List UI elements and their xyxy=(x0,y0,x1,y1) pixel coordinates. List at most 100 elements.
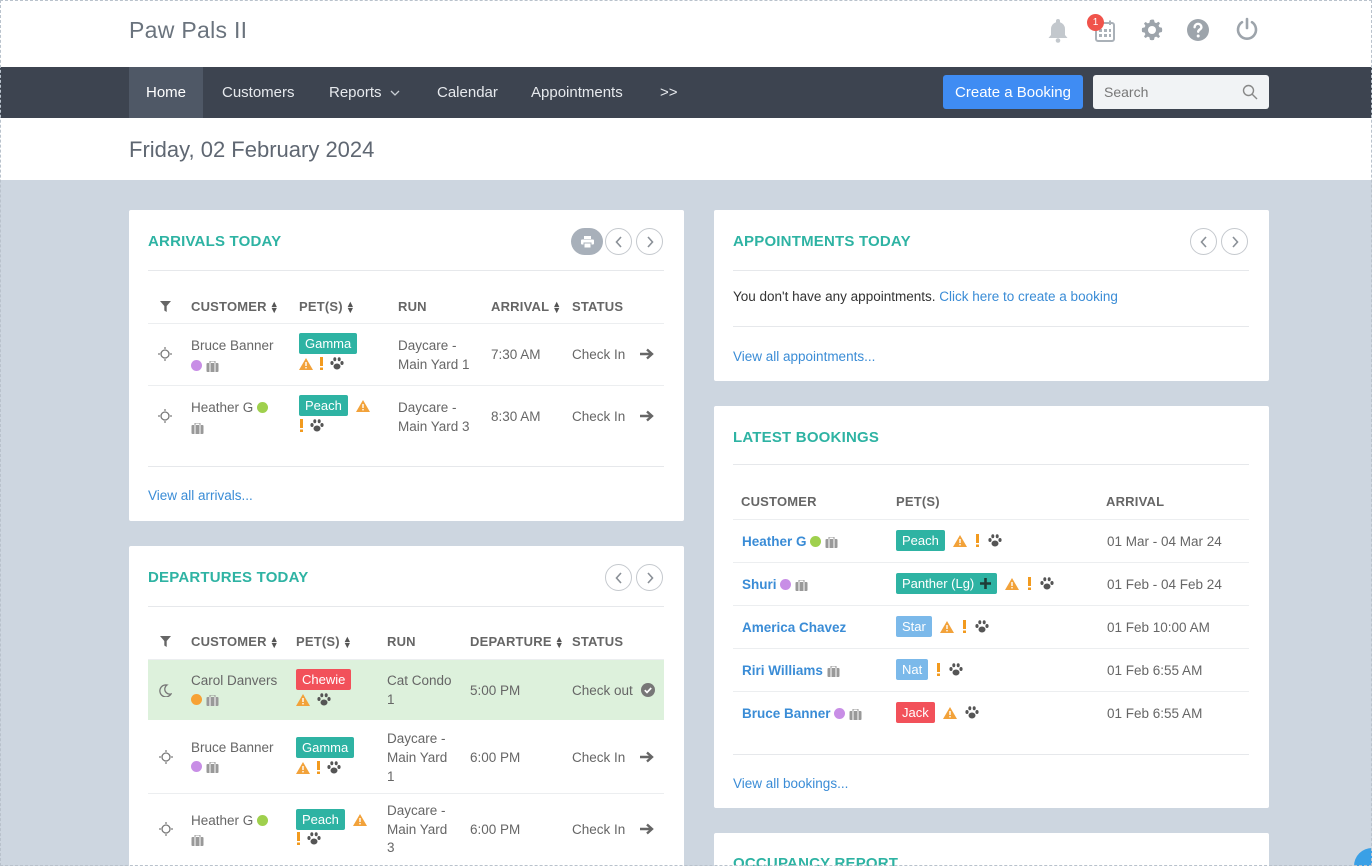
suitcase-icon xyxy=(206,360,219,372)
view-all-appointments-link[interactable]: View all appointments... xyxy=(733,347,875,366)
chevron-left-icon xyxy=(614,235,622,248)
arrow-right-icon[interactable] xyxy=(640,410,655,422)
arrivals-title: ARRIVALS TODAY xyxy=(148,233,282,250)
paw-icon xyxy=(1040,577,1054,590)
appointments-prev-button[interactable] xyxy=(1190,228,1217,255)
arrow-right-icon[interactable] xyxy=(640,823,655,835)
col-pets[interactable]: PET(S) ▲ ▼ xyxy=(296,634,352,649)
plus-icon xyxy=(980,578,992,589)
suitcase-icon xyxy=(206,694,219,706)
arrow-right-icon[interactable] xyxy=(640,751,655,763)
arrival-date: 01 Feb 6:55 AM xyxy=(1107,663,1203,678)
col-customer[interactable]: CUSTOMER ▲ ▼ xyxy=(191,634,279,649)
sun-icon xyxy=(159,822,173,836)
filter-icon[interactable] xyxy=(160,301,171,312)
arrow-right-icon[interactable] xyxy=(640,348,655,360)
pet-tag[interactable]: Peach xyxy=(896,530,945,551)
table-row[interactable]: America Chavez xyxy=(742,618,846,637)
table-row[interactable]: Heather G xyxy=(742,532,838,551)
table-row[interactable]: Heather G xyxy=(191,811,269,849)
status-text: Check In xyxy=(572,822,626,837)
pet-tag[interactable]: Peach xyxy=(299,395,348,416)
printer-icon xyxy=(580,235,594,248)
power-icon[interactable] xyxy=(1232,14,1262,44)
run-line: Main Yard 3 xyxy=(398,419,470,434)
pet-tag[interactable]: Gamma xyxy=(299,333,358,354)
divider xyxy=(148,385,664,386)
pet-cell: Panther (Lg) xyxy=(896,573,1054,594)
nav-appointments[interactable]: Appointments xyxy=(514,67,640,118)
customer-link[interactable]: Riri Williams xyxy=(742,663,823,678)
customer-link[interactable]: Heather G xyxy=(742,534,807,549)
table-row[interactable]: Heather G xyxy=(191,398,269,437)
run-line: 1 xyxy=(387,769,395,784)
gear-icon[interactable] xyxy=(1137,15,1167,45)
run-line: Daycare - xyxy=(387,803,446,818)
col-departure[interactable]: DEPARTURE ▲ ▼ xyxy=(470,634,564,649)
empty-text: You don't have any appointments. xyxy=(733,289,936,304)
create-booking-link[interactable]: Click here to create a booking xyxy=(939,289,1118,304)
customer-link[interactable]: Bruce Banner xyxy=(742,706,831,721)
nav-more[interactable]: >> xyxy=(643,67,695,118)
table-row[interactable]: Bruce Banner xyxy=(191,336,274,375)
arrival-date: 01 Feb - 04 Feb 24 xyxy=(1107,577,1222,592)
table-row[interactable]: Carol Danvers xyxy=(191,671,277,709)
pet-tag[interactable]: Peach xyxy=(296,809,345,830)
print-button[interactable] xyxy=(571,228,603,255)
status-dot xyxy=(834,708,846,719)
divider xyxy=(733,270,1249,271)
departure-time: 6:00 PM xyxy=(470,750,521,765)
pet-tag[interactable]: Star xyxy=(896,616,932,637)
pet-tag[interactable]: Chewie xyxy=(296,669,352,690)
pet-tag[interactable]: Gamma xyxy=(296,737,355,758)
departures-next-button[interactable] xyxy=(636,564,663,591)
col-departure-label: DEPARTURE xyxy=(470,634,552,649)
col-pets[interactable]: PET(S) ▲ ▼ xyxy=(299,299,355,314)
chat-widget-button[interactable] xyxy=(1354,848,1372,866)
search-icon[interactable] xyxy=(1242,84,1258,100)
pet-cell: Gamma xyxy=(299,333,358,370)
pet-tag[interactable]: Jack xyxy=(896,702,935,723)
table-row[interactable]: Bruce Banner xyxy=(742,704,862,723)
pet-tag[interactable]: Panther (Lg) xyxy=(896,573,998,594)
table-row[interactable]: Shuri xyxy=(742,575,808,594)
pet-tag[interactable]: Nat xyxy=(896,659,929,680)
nav-home[interactable]: Home xyxy=(129,67,204,118)
pet-cell: Nat xyxy=(896,659,963,680)
status-dot xyxy=(191,360,202,371)
table-row[interactable]: Bruce Banner xyxy=(191,738,274,776)
search-input[interactable] xyxy=(1093,84,1233,100)
create-booking-button[interactable]: Create a Booking xyxy=(943,75,1083,109)
filter-icon[interactable] xyxy=(160,636,171,647)
customer-link[interactable]: America Chavez xyxy=(742,620,846,635)
sort-icon: ▲ ▼ xyxy=(552,298,562,315)
departures-prev-button[interactable] xyxy=(605,564,632,591)
exclamation-icon xyxy=(962,620,966,633)
suitcase-icon xyxy=(825,536,838,548)
exclamation-icon xyxy=(317,761,320,774)
appointments-title: APPOINTMENTS TODAY xyxy=(733,233,911,250)
arrivals-prev-button[interactable] xyxy=(605,228,632,255)
suitcase-icon xyxy=(827,665,840,677)
appointments-next-button[interactable] xyxy=(1221,228,1248,255)
view-all-arrivals-link[interactable]: View all arrivals... xyxy=(148,486,253,505)
col-arrival[interactable]: ARRIVAL ▲ ▼ xyxy=(491,299,561,314)
divider xyxy=(733,754,1249,755)
divider xyxy=(148,793,664,794)
col-arrival-label: ARRIVAL xyxy=(491,299,550,314)
help-icon[interactable] xyxy=(1183,15,1213,45)
paw-icon xyxy=(330,357,344,370)
bell-icon[interactable] xyxy=(1043,15,1073,45)
table-row[interactable]: Riri Williams xyxy=(742,661,840,680)
status-text: Check In xyxy=(572,409,626,424)
nav-customers[interactable]: Customers xyxy=(205,67,312,118)
paw-icon xyxy=(307,832,321,845)
divider xyxy=(733,464,1249,465)
customer-link[interactable]: Shuri xyxy=(742,577,777,592)
date-bar: Friday, 02 February 2024 xyxy=(0,118,1372,180)
arrivals-next-button[interactable] xyxy=(636,228,663,255)
view-all-bookings-link[interactable]: View all bookings... xyxy=(733,774,848,793)
col-customer[interactable]: CUSTOMER ▲ ▼ xyxy=(191,299,279,314)
nav-calendar[interactable]: Calendar xyxy=(420,67,515,118)
nav-reports[interactable]: Reports xyxy=(312,67,417,118)
